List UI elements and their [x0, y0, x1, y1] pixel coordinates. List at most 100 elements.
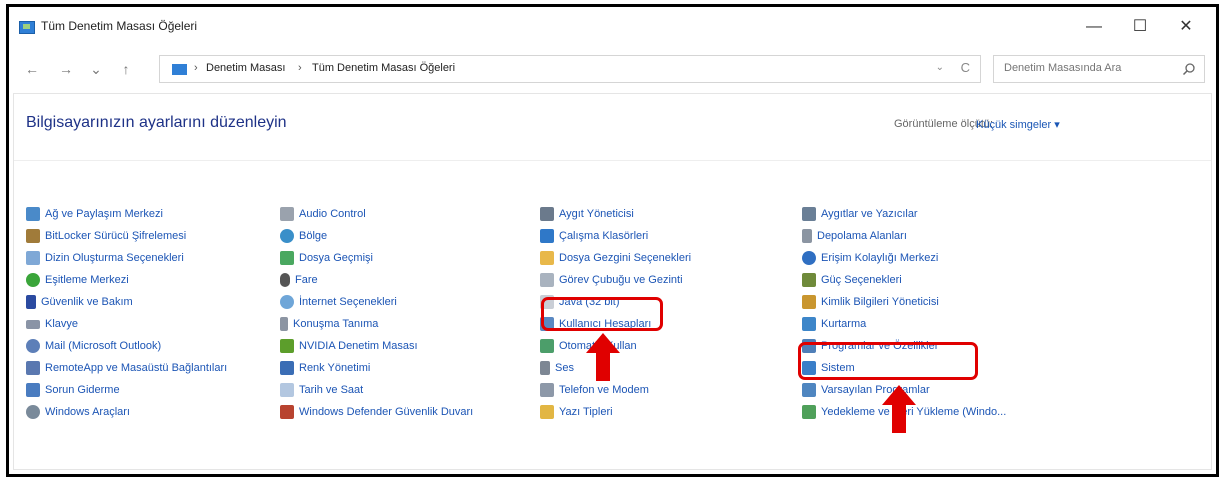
item-label: Görev Çubuğu ve Gezinti	[559, 274, 683, 286]
item-label: Konuşma Tanıma	[293, 318, 379, 330]
item-troubleshooting[interactable]: Sorun Giderme	[26, 380, 120, 400]
item-label: Aygıt Yöneticisi	[559, 208, 634, 220]
item-label: Klavye	[45, 318, 79, 330]
view-by-dropdown[interactable]: Küçük simgeler ▾	[976, 118, 1060, 131]
item-audio-control[interactable]: Audio Control	[280, 204, 366, 224]
search-input[interactable]	[1002, 61, 1166, 75]
globe-icon	[280, 229, 294, 243]
search-box[interactable]	[993, 55, 1205, 83]
microphone-icon	[280, 317, 288, 331]
printer-icon	[802, 207, 816, 221]
item-power-options[interactable]: Güç Seçenekleri	[802, 270, 902, 290]
folder-icon	[540, 251, 554, 265]
item-phone-modem[interactable]: Telefon ve Modem	[540, 380, 649, 400]
item-mouse[interactable]: Fare	[280, 270, 318, 290]
item-sound[interactable]: Ses	[540, 358, 574, 378]
item-sync-center[interactable]: Eşitleme Merkezi	[26, 270, 129, 290]
autoplay-icon	[540, 339, 554, 353]
indexing-icon	[26, 251, 40, 265]
item-credential-manager[interactable]: Kimlik Bilgileri Yöneticisi	[802, 292, 939, 312]
audio-control-icon	[280, 207, 294, 221]
up-button[interactable]: ↑	[115, 59, 137, 79]
item-label: Eşitleme Merkezi	[45, 274, 129, 286]
item-bitlocker[interactable]: BitLocker Sürücü Şifrelemesi	[26, 226, 186, 246]
item-recovery[interactable]: Kurtarma	[802, 314, 866, 334]
item-region[interactable]: Bölge	[280, 226, 327, 246]
recent-locations-button[interactable]: ⌄	[85, 59, 107, 79]
item-label: Erişim Kolaylığı Merkezi	[821, 252, 939, 264]
item-speech-recognition[interactable]: Konuşma Tanıma	[280, 314, 378, 334]
item-ease-of-access[interactable]: Erişim Kolaylığı Merkezi	[802, 248, 938, 268]
item-label: Güvenlik ve Bakım	[41, 296, 133, 308]
item-file-explorer-options[interactable]: Dosya Gezgini Seçenekleri	[540, 248, 691, 268]
mouse-icon	[280, 273, 290, 287]
breadcrumb-all-items[interactable]: Tüm Denetim Masası Öğeleri	[312, 62, 455, 74]
item-label: Windows Araçları	[45, 406, 130, 418]
work-folders-icon	[540, 229, 554, 243]
item-mail[interactable]: Mail (Microsoft Outlook)	[26, 336, 161, 356]
color-management-icon	[280, 361, 294, 375]
item-nvidia-control-panel[interactable]: NVIDIA Denetim Masası	[280, 336, 418, 356]
java-highlight-box	[541, 297, 663, 331]
item-fonts[interactable]: Yazı Tipleri	[540, 402, 613, 422]
refresh-button[interactable]: C	[961, 60, 970, 75]
keyboard-icon	[26, 319, 40, 329]
nvidia-icon	[280, 339, 294, 353]
up-arrow-icon	[882, 385, 916, 433]
item-color-management[interactable]: Renk Yönetimi	[280, 358, 370, 378]
divider	[14, 160, 1211, 161]
item-windows-tools[interactable]: Windows Araçları	[26, 402, 130, 422]
close-button[interactable]: ✕	[1164, 13, 1208, 41]
item-device-manager[interactable]: Aygıt Yöneticisi	[540, 204, 634, 224]
item-label: Çalışma Klasörleri	[559, 230, 649, 242]
bitlocker-icon	[26, 229, 40, 243]
item-keyboard[interactable]: Klavye	[26, 314, 78, 334]
item-windows-firewall[interactable]: Windows Defender Güvenlik Duvarı	[280, 402, 473, 422]
address-box[interactable]: › Denetim Masası › Tüm Denetim Masası Öğ…	[159, 55, 981, 83]
gear-icon	[26, 405, 40, 419]
storage-icon	[802, 229, 812, 243]
item-label: RemoteApp ve Masaüstü Bağlantıları	[45, 362, 228, 374]
recovery-icon	[802, 317, 816, 331]
item-network-sharing[interactable]: Ağ ve Paylaşım Merkezi	[26, 204, 163, 224]
item-label: Yazı Tipleri	[559, 406, 613, 418]
remote-desktop-icon	[26, 361, 40, 375]
item-work-folders[interactable]: Çalışma Klasörleri	[540, 226, 648, 246]
item-label: Dizin Oluşturma Seçenekleri	[45, 252, 184, 264]
default-programs-icon	[802, 383, 816, 397]
item-label: Güç Seçenekleri	[821, 274, 902, 286]
item-date-time[interactable]: Tarih ve Saat	[280, 380, 363, 400]
minimize-button[interactable]: —	[1072, 13, 1116, 41]
forward-button[interactable]: →	[55, 59, 77, 79]
item-file-history[interactable]: Dosya Geçmişi	[280, 248, 373, 268]
item-label: Dosya Gezgini Seçenekleri	[559, 252, 692, 264]
maximize-button[interactable]: ☐	[1118, 13, 1162, 41]
search-icon[interactable]	[1182, 62, 1196, 76]
item-label: Kimlik Bilgileri Yöneticisi	[821, 296, 939, 308]
firewall-icon	[280, 405, 294, 419]
item-label: Windows Defender Güvenlik Duvarı	[299, 406, 474, 418]
item-label: Audio Control	[299, 208, 366, 220]
item-remoteapp[interactable]: RemoteApp ve Masaüstü Bağlantıları	[26, 358, 227, 378]
phone-icon	[540, 383, 554, 397]
back-button[interactable]: ←	[21, 59, 43, 79]
item-internet-options[interactable]: İnternet Seçenekleri	[280, 292, 397, 312]
address-bar-row: ← → ⌄ ↑ › Denetim Masası › Tüm Denetim M…	[9, 51, 1216, 87]
clock-icon	[280, 383, 294, 397]
item-taskbar-navigation[interactable]: Görev Çubuğu ve Gezinti	[540, 270, 683, 290]
control-panel-content: Bilgisayarınızın ayarlarını düzenleyin G…	[13, 93, 1212, 470]
address-dropdown-button[interactable]: ⌄	[936, 62, 944, 73]
programs-highlight-box	[798, 342, 978, 380]
item-label: BitLocker Sürücü Şifrelemesi	[45, 230, 187, 242]
item-storage-spaces[interactable]: Depolama Alanları	[802, 226, 907, 246]
mail-icon	[26, 339, 40, 353]
breadcrumb-control-panel[interactable]: Denetim Masası	[206, 62, 285, 74]
troubleshoot-icon	[26, 383, 40, 397]
item-devices-printers[interactable]: Aygıtlar ve Yazıcılar	[802, 204, 918, 224]
item-security-maintenance[interactable]: Güvenlik ve Bakım	[26, 292, 133, 312]
item-indexing-options[interactable]: Dizin Oluşturma Seçenekleri	[26, 248, 184, 268]
fonts-icon	[540, 405, 554, 419]
control-panel-icon	[172, 64, 187, 75]
accessibility-icon	[802, 251, 816, 265]
breadcrumb-separator: ›	[298, 62, 302, 74]
